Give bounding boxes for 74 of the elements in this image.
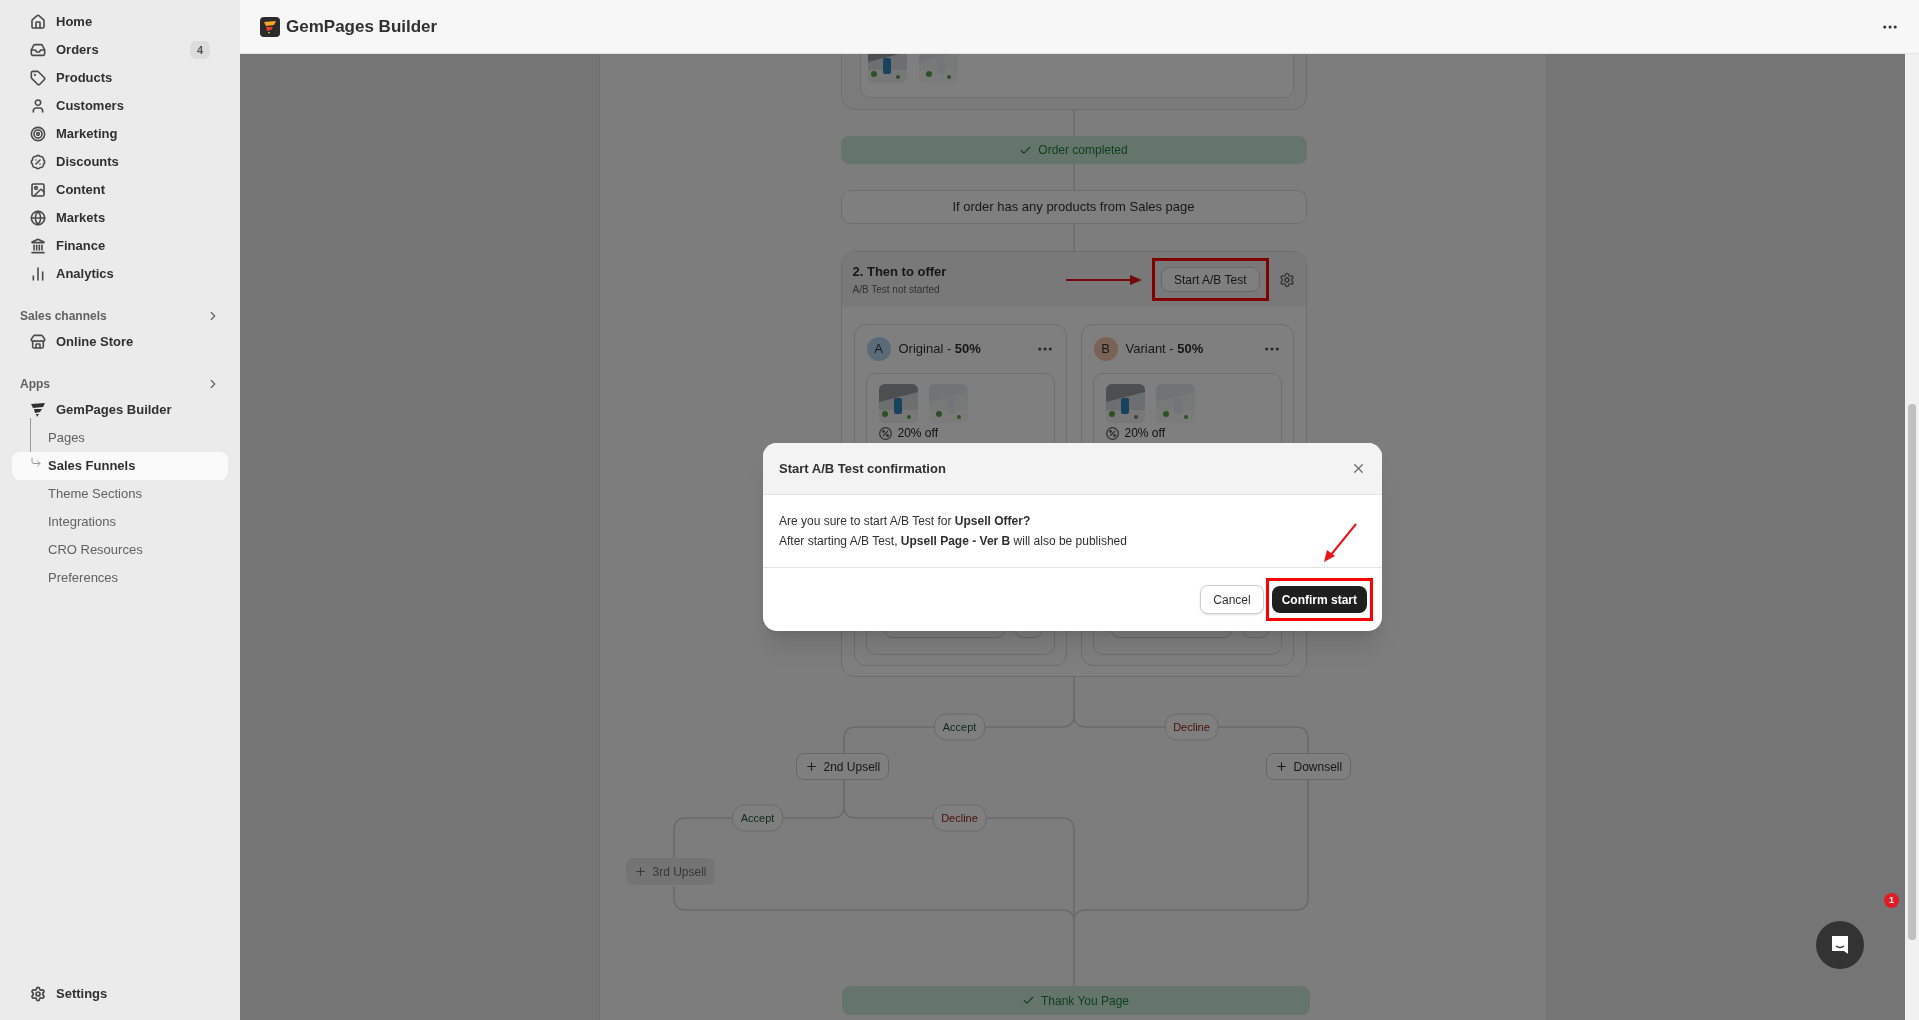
nav-item[interactable]: Marketing [8,120,232,148]
nav-item[interactable]: Markets [8,204,232,232]
dialog-text: After starting A/B Test, Upsell Page - Ver B will also be published [779,533,1128,550]
settings-icon[interactable] [1278,271,1295,288]
branch-label: Accept [933,713,986,741]
scrollbar[interactable] [1905,54,1919,1020]
percent-badge-icon [878,426,892,440]
percent-badge-icon [1105,426,1119,440]
add-step-button[interactable]: 2nd Upsell [795,753,890,780]
status-bar: Order completed [840,136,1307,164]
image-icon [30,182,46,198]
section-heading: Sales channels [20,308,107,325]
add-step-button[interactable]: Downsell [1265,753,1352,780]
sub-nav-item[interactable]: Pages [12,424,228,452]
nav-item[interactable]: Finance [8,232,232,260]
tree-branch-icon [30,456,42,468]
inbox-icon [30,42,46,58]
nav-item[interactable]: Home [8,8,232,36]
tag-icon [30,70,46,86]
dialog-title: Start A/B Test confirmation [779,459,946,478]
sub-nav-item[interactable]: Sales Funnels [12,452,228,480]
confirm-start-button[interactable]: Confirm start [1271,586,1367,613]
section-heading: Apps [20,376,50,393]
percent-badge-icon [30,154,46,170]
condition-node[interactable]: If order has any products from Sales page [840,190,1307,224]
discount-text: 20% off [1124,426,1165,440]
status-bar: Thank You Page [841,986,1310,1015]
sub-nav-item[interactable]: Preferences [12,564,228,592]
discount-text: 20% off [897,426,938,440]
sub-nav-item[interactable]: CRO Resources [12,536,228,564]
section-title: 2. Then to offer [852,263,948,282]
nav-item[interactable]: GemPages Builder [8,396,232,424]
nav-item[interactable]: Online Store [8,328,232,356]
globe-icon [30,210,46,226]
plus-icon [1274,760,1288,773]
nav-item[interactable]: Orders 4 [8,36,232,64]
check-icon [1021,994,1035,1007]
notification-badge: 1 [1884,893,1899,908]
plus-icon [633,865,647,878]
variant-avatar: B [1093,337,1118,361]
store-icon [30,334,46,350]
nav-item[interactable]: Settings [8,980,232,1008]
person-icon [30,98,46,114]
variant-avatar: A [866,337,891,361]
nav-item[interactable]: Analytics [8,260,232,288]
app-logo-icon [260,16,280,37]
count-badge: 4 [189,41,210,59]
variant-name: Variant - 50% [1125,340,1205,359]
variant-name: Original - 50% [898,340,982,359]
dialog-text: Are you sure to start A/B Test for Upsell Offer? [779,513,1032,530]
annotation-arrow [1322,523,1358,563]
plus-icon [804,760,818,773]
branch-label: Decline [932,804,987,832]
branch-label: Decline [1164,713,1219,741]
app-title: GemPages Builder [286,15,439,38]
status-text: A/B Test not started [852,282,941,297]
sub-nav-item[interactable]: Integrations [12,508,228,536]
nav-item[interactable]: Customers [8,92,232,120]
nav-item[interactable]: Discounts [8,148,232,176]
chat-button[interactable] [1816,921,1864,969]
start-ab-test-button[interactable]: Start A/B Test [1161,267,1260,293]
nav-item[interactable]: Content [8,176,232,204]
funnel-logo-icon [30,402,46,418]
branch-label: Accept [731,804,784,832]
close-icon[interactable] [1351,461,1366,476]
target-icon [30,126,46,142]
cancel-button[interactable]: Cancel [1200,585,1264,614]
settings-icon [30,986,46,1002]
nav-item[interactable]: Products [8,64,232,92]
bank-icon [30,238,46,254]
bar-chart-icon [30,266,46,282]
home-icon [30,14,46,30]
sub-nav-item[interactable]: Theme Sections [12,480,228,508]
chat-icon [1829,934,1851,956]
